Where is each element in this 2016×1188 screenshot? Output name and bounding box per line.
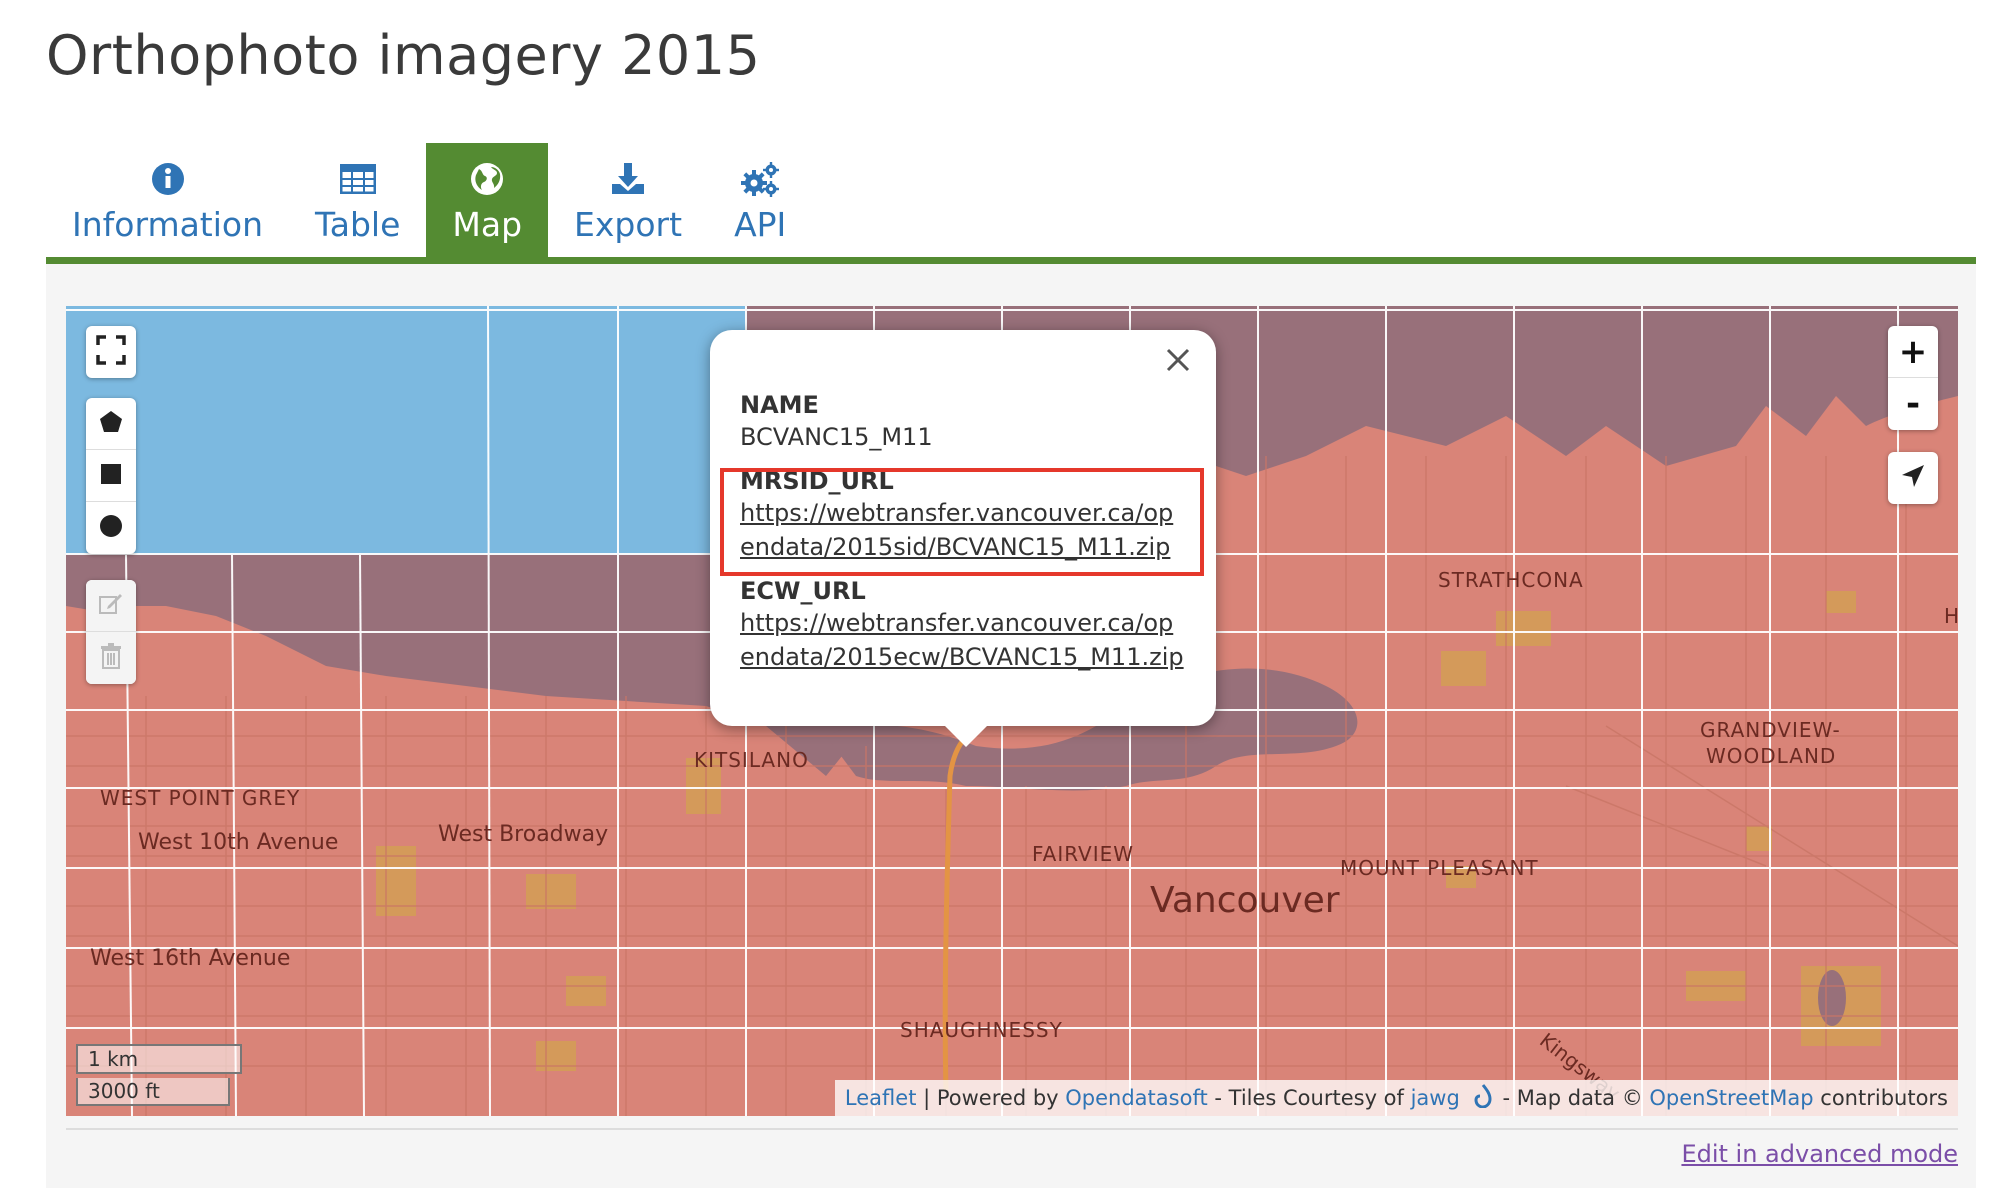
map-label-fairview: FAIRVIEW xyxy=(1032,842,1135,866)
tab-export[interactable]: Export xyxy=(548,143,708,257)
map-label-vancouver: Vancouver xyxy=(1150,880,1340,921)
edit-shapes-button[interactable] xyxy=(86,580,136,632)
tab-information-label: Information xyxy=(72,205,264,244)
draw-shapes-control xyxy=(86,398,136,554)
draw-rectangle-button[interactable] xyxy=(86,450,136,502)
tab-table-label: Table xyxy=(315,205,401,244)
fullscreen-button[interactable] xyxy=(86,326,136,378)
edit-icon xyxy=(98,591,124,621)
square-icon xyxy=(100,463,122,489)
map-label-shaughnessy: SHAUGHNESSY xyxy=(900,1018,1063,1042)
map-label-west-broadway: West Broadway xyxy=(438,822,609,847)
tab-export-label: Export xyxy=(574,205,683,244)
zoom-in-button[interactable]: + xyxy=(1888,326,1938,378)
tab-api[interactable]: API xyxy=(708,143,812,257)
name-field-label: NAME xyxy=(740,391,819,419)
map-bottom-divider xyxy=(66,1128,1958,1130)
map-label-h-edge: H xyxy=(1944,604,1958,628)
map-attribution: Leaflet | Powered by Opendatasoft - Tile… xyxy=(834,1080,1958,1116)
map-label-woodland: WOODLAND xyxy=(1706,744,1837,768)
fullscreen-icon xyxy=(96,335,126,369)
attribution-text-2: - Tiles Courtesy of xyxy=(1207,1086,1411,1110)
trash-icon xyxy=(99,643,123,673)
attribution-text-3: - Map data © xyxy=(1495,1086,1650,1110)
zoom-out-button[interactable]: - xyxy=(1888,378,1938,430)
edit-advanced-mode-link[interactable]: Edit in advanced mode xyxy=(1681,1140,1958,1168)
tab-api-label: API xyxy=(734,205,787,244)
map-label-west-10th: West 10th Avenue xyxy=(138,830,339,855)
mrsid-highlight-box xyxy=(720,468,1204,576)
scale-imperial: 3000 ft xyxy=(76,1078,230,1106)
popup-close-button[interactable] xyxy=(1160,344,1196,380)
jawg-logo-icon xyxy=(1474,1083,1492,1113)
leaflet-link[interactable]: Leaflet xyxy=(845,1086,917,1110)
download-icon xyxy=(610,159,646,199)
tab-information[interactable]: Information xyxy=(46,143,289,257)
draw-circle-button[interactable] xyxy=(86,502,136,554)
map-label-kitsilano: KITSILANO xyxy=(694,748,809,772)
table-icon xyxy=(339,159,376,199)
popup-tip xyxy=(944,725,988,747)
attribution-text-4: contributors xyxy=(1813,1086,1948,1110)
map-label-strathcona: STRATHCONA xyxy=(1438,568,1584,592)
tab-map[interactable]: Map xyxy=(426,143,549,257)
delete-shapes-button[interactable] xyxy=(86,632,136,684)
draw-polygon-button[interactable] xyxy=(86,398,136,450)
scale-metric: 1 km xyxy=(76,1044,242,1074)
polygon-icon xyxy=(99,410,123,438)
tab-map-label: Map xyxy=(452,205,523,244)
zoom-control: + - xyxy=(1888,326,1938,430)
edit-shapes-control xyxy=(86,580,136,684)
tab-bar: Information Table Map Export API xyxy=(46,143,812,257)
close-icon xyxy=(1166,348,1190,376)
map-label-west-16th: West 16th Avenue xyxy=(90,946,291,971)
locate-button[interactable] xyxy=(1888,452,1938,504)
attribution-text-1: | Powered by xyxy=(916,1086,1066,1110)
name-field-value: BCVANC15_M11 xyxy=(740,423,933,451)
tab-underline xyxy=(46,257,1976,264)
tab-table[interactable]: Table xyxy=(289,143,426,257)
locate-control xyxy=(1888,452,1938,504)
page-title: Orthophoto imagery 2015 xyxy=(46,24,761,87)
map-label-grandview: GRANDVIEW- xyxy=(1700,718,1841,742)
location-arrow-icon xyxy=(1900,463,1926,493)
ecw-url-link[interactable]: https://webtransfer.vancouver.ca/opendat… xyxy=(740,606,1186,674)
fullscreen-control xyxy=(86,326,136,378)
jawg-link[interactable]: jawg xyxy=(1411,1086,1460,1110)
openstreetmap-link[interactable]: OpenStreetMap xyxy=(1649,1086,1813,1110)
circle-icon xyxy=(99,514,123,542)
map-label-west-point-grey: WEST POINT GREY xyxy=(100,786,301,810)
gears-icon xyxy=(740,159,780,199)
map-label-mount-pleasant: MOUNT PLEASANT xyxy=(1340,856,1539,880)
opendatasoft-link[interactable]: Opendatasoft xyxy=(1065,1086,1207,1110)
globe-icon xyxy=(470,159,504,199)
info-icon xyxy=(151,159,185,199)
ecw-url-label: ECW_URL xyxy=(740,577,866,605)
